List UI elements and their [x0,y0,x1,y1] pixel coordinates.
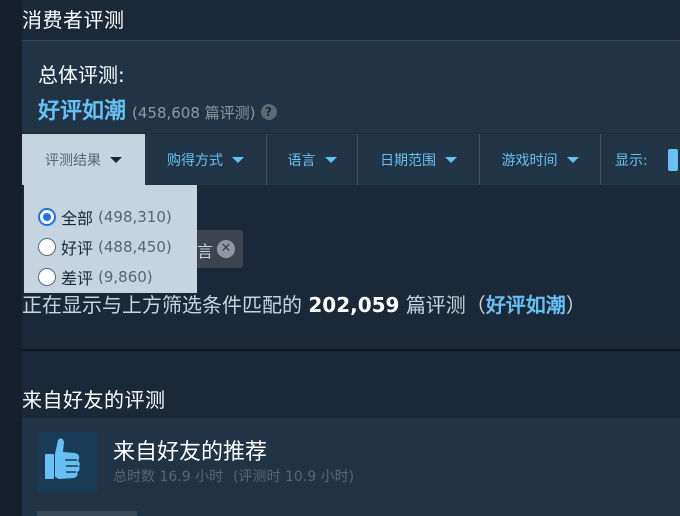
chevron-down-icon [110,156,122,163]
showing-count-text: 正在显示与上方筛选条件匹配的 202,059 篇评测（好评如潮） [22,289,586,318]
option-count: (488,450) [98,238,172,256]
close-icon[interactable]: ✕ [217,240,235,258]
thumbs-up-icon [37,432,97,492]
filter-playtime[interactable]: 游戏时间 [480,134,601,185]
total-hours: 总时数 16.9 小时 [113,469,224,485]
filter-label: 日期范围 [380,152,436,169]
radio-positive[interactable] [38,238,56,256]
display-label: 显示: [615,152,648,169]
hours-at-review: (评测时 10.9 小时) [233,469,355,485]
filter-label: 购得方式 [167,152,223,169]
chevron-down-icon [232,156,244,163]
filter-date-range[interactable]: 日期范围 [358,134,480,185]
overall-rating: 好评如潮 [38,99,127,124]
overall-review-count: (458,608 篇评测) [132,104,256,122]
card-footer-bar [37,511,137,516]
filter-label: 游戏时间 [501,152,558,169]
option-all[interactable]: 全部 (498,310) [38,205,172,229]
showing-prefix: 正在显示与上方筛选条件匹配的 [22,293,302,317]
overall-rating-row: 好评如潮 (458,608 篇评测) ? [38,93,277,125]
option-positive[interactable]: 好评 (488,450) [38,235,172,259]
filter-review-type[interactable]: 评测结果 [22,134,145,185]
section-divider [22,349,680,351]
filter-purchase-type[interactable]: 购得方式 [145,134,267,185]
chevron-down-icon [324,156,337,163]
display-select[interactable] [667,148,678,171]
friend-review-card: 来自好友的推荐 总时数 16.9 小时 (评测时 10.9 小时) [22,418,680,516]
showing-count: 202,059 [308,293,400,317]
section-title-reviews: 消费者评测 [22,8,125,32]
friend-playtime: 总时数 16.9 小时 (评测时 10.9 小时) [113,466,354,486]
overall-reviews-label: 总体评测: [38,63,125,87]
option-label: 差评 [61,269,94,288]
filter-label: 评测结果 [45,152,101,169]
showing-middle: 篇评测（ [405,293,486,317]
showing-rating: 好评如潮 [485,293,566,317]
section-title-friend-reviews: 来自好友的评测 [22,388,166,412]
chevron-down-icon [445,156,457,163]
option-label: 好评 [61,239,94,258]
showing-suffix: ） [565,293,586,317]
filter-label: 语言 [287,152,316,169]
option-count: (9,860) [98,268,153,286]
review-type-dropdown: 全部 (498,310) 好评 (488,450) 差评 (9,860) [24,185,197,293]
option-label: 全部 [61,209,94,228]
overall-review-summary: 总体评测: 好评如潮 (458,608 篇评测) ? [22,40,680,133]
option-negative[interactable]: 差评 (9,860) [38,265,153,289]
option-count: (498,310) [98,208,172,226]
radio-negative[interactable] [38,268,56,286]
question-mark-icon[interactable]: ? [260,104,277,120]
radio-all[interactable] [38,208,56,226]
filter-language[interactable]: 语言 [267,134,358,185]
friend-recommendation-title: 来自好友的推荐 [113,440,268,465]
active-filter-tag-text: 言 [197,242,214,261]
review-filter-bar: 评测结果 购得方式 语言 日期范围 游戏时间 显示: [22,134,680,185]
left-gutter [0,0,22,516]
chevron-down-icon [566,156,579,163]
